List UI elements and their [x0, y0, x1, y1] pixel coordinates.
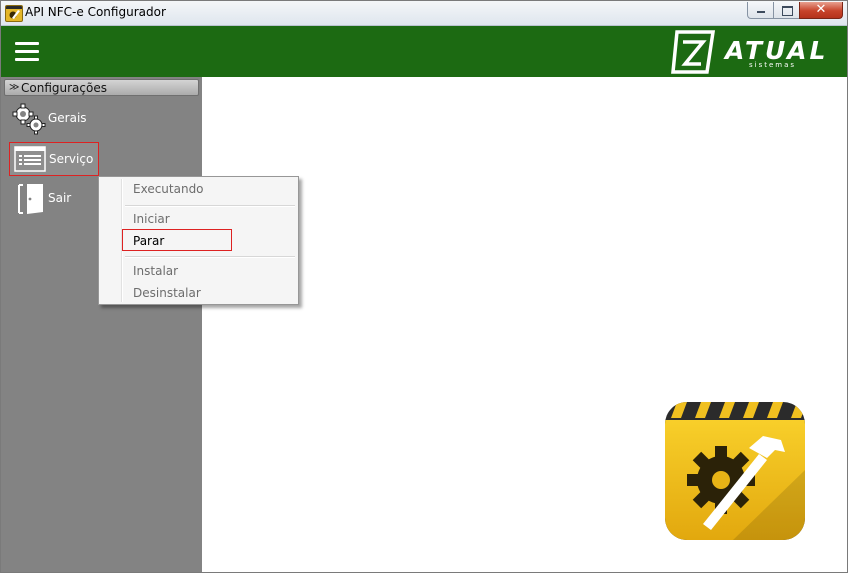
menu-item-label: Instalar — [133, 264, 179, 278]
gears-icon — [12, 103, 46, 135]
menu-item-label: Iniciar — [133, 212, 170, 226]
title-bar[interactable]: API NFC-e Configurador ✕ — [1, 1, 847, 26]
menu-item-label: Desinstalar — [133, 286, 201, 300]
logo-mark-icon — [671, 30, 716, 74]
service-window-icon — [14, 146, 46, 172]
highlight-frame — [122, 229, 232, 251]
menu-item-instalar[interactable]: Instalar — [101, 261, 296, 281]
app-header: ATUAL sistemas — [1, 26, 847, 77]
section-label: Configurações — [21, 81, 107, 95]
menu-item-iniciar[interactable]: Iniciar — [101, 209, 296, 229]
double-chevron-down-icon: ≫ — [9, 82, 20, 93]
sidebar-item-sair[interactable]: Sair — [9, 181, 99, 215]
logo-subtitle: sistemas — [749, 61, 797, 69]
sidebar-item-label: Sair — [48, 191, 72, 205]
door-icon — [18, 184, 43, 214]
section-header-configuracoes[interactable]: ≫ Configurações — [4, 79, 199, 96]
hamburger-icon[interactable] — [15, 42, 39, 62]
sidebar-item-label: Gerais — [48, 111, 87, 125]
menu-item-desinstalar[interactable]: Desinstalar — [101, 283, 296, 303]
sidebar: ≫ Configurações Gerais Serviço Sair — [1, 77, 202, 572]
close-button[interactable]: ✕ — [799, 2, 843, 19]
menu-item-executando: Executando — [101, 179, 296, 199]
window-title: API NFC-e Configurador — [25, 5, 166, 19]
atual-logo: ATUAL sistemas — [669, 30, 834, 74]
hamburger-bar — [15, 50, 39, 53]
sidebar-item-servico[interactable]: Serviço — [9, 142, 99, 176]
hamburger-bar — [15, 58, 39, 61]
maximize-icon — [782, 6, 793, 16]
sidebar-item-label: Serviço — [49, 152, 94, 166]
close-icon: ✕ — [815, 2, 827, 17]
minimize-icon — [757, 11, 765, 13]
minimize-button[interactable] — [747, 2, 774, 19]
sidebar-item-gerais[interactable]: Gerais — [9, 101, 99, 135]
hammer-gear-icon — [663, 400, 807, 542]
menu-separator — [125, 256, 295, 258]
hamburger-bar — [15, 42, 39, 45]
maximize-button[interactable] — [773, 2, 800, 19]
menu-item-label: Executando — [133, 182, 204, 196]
app-icon — [5, 5, 23, 22]
menu-separator — [125, 205, 295, 207]
